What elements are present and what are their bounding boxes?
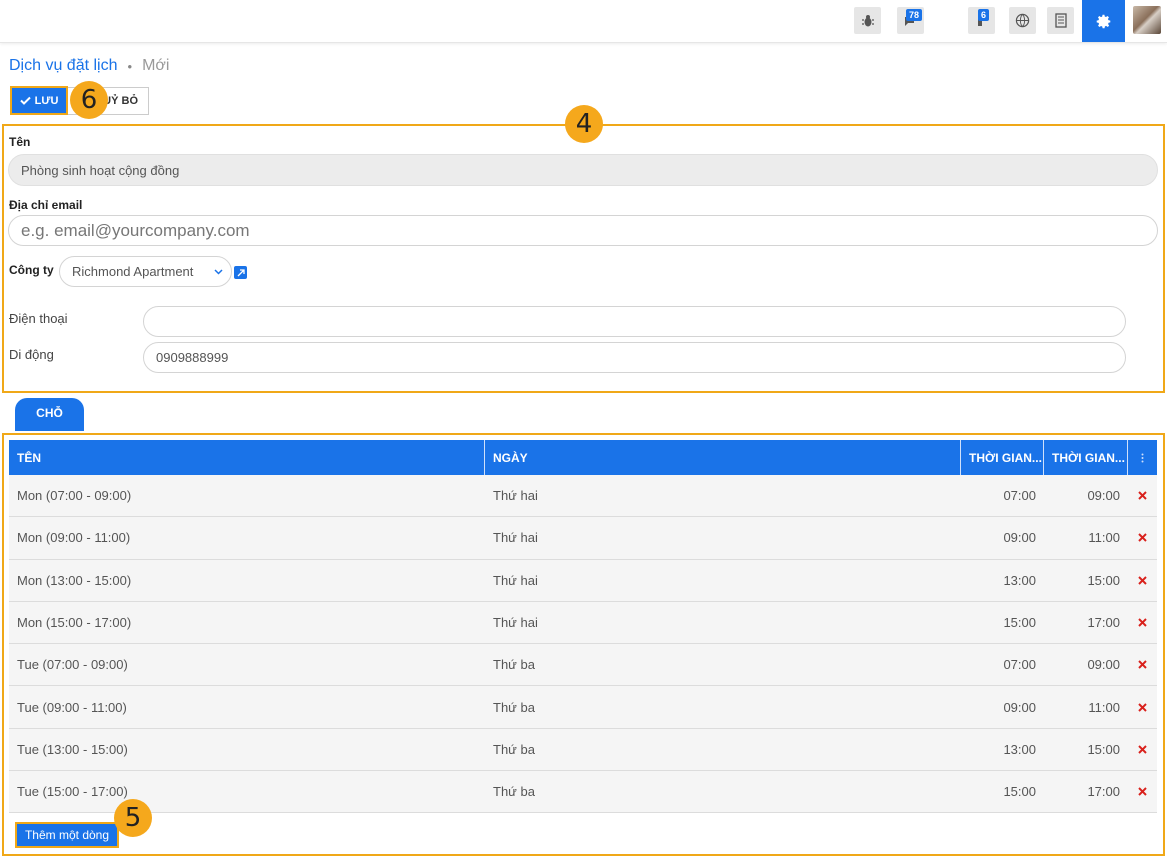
- cell-end-time: 17:00: [1087, 784, 1120, 800]
- gear-icon[interactable]: [1082, 0, 1125, 42]
- cell-end-time: 11:00: [1088, 699, 1120, 715]
- cell-start-time: 07:00: [1003, 657, 1036, 673]
- chevron-down-icon: [214, 266, 223, 278]
- delete-icon[interactable]: [1128, 560, 1157, 601]
- avatar[interactable]: [1133, 6, 1161, 34]
- cell-end-time: 15:00: [1087, 572, 1120, 588]
- slots-table: TÊN NGÀY THỜI GIAN... THỜI GIAN... Mon (…: [9, 440, 1157, 814]
- company-label: Công ty: [9, 263, 54, 277]
- cell-end-time: 15:00: [1087, 741, 1120, 757]
- top-navbar: 78 6: [0, 0, 1167, 43]
- cell-end-time: 11:00: [1088, 530, 1120, 546]
- table-row[interactable]: Tue (07:00 - 09:00) Thứ ba 07:00 09:00: [9, 644, 1157, 687]
- add-line-label: Thêm một dòng: [24, 828, 110, 842]
- delete-icon[interactable]: [1128, 729, 1157, 770]
- cell-end-time: 09:00: [1087, 657, 1120, 673]
- name-field[interactable]: Phòng sinh hoạt cộng đồng: [8, 154, 1158, 186]
- company-select[interactable]: Richmond Apartment: [59, 256, 232, 287]
- table-body: Mon (07:00 - 09:00) Thứ hai 07:00 09:00 Mon …: [9, 475, 1157, 814]
- email-field[interactable]: e.g. email@yourcompany.com: [8, 215, 1158, 246]
- cell-name: Tue (13:00 - 15:00): [17, 741, 128, 757]
- cell-day: Thứ hai: [493, 530, 538, 546]
- cell-name: Mon (15:00 - 17:00): [17, 615, 132, 631]
- tab-slots[interactable]: CHỖ: [15, 398, 84, 431]
- cell-start-time: 13:00: [1003, 741, 1036, 757]
- cell-day: Thứ ba: [493, 784, 535, 800]
- header-start-time[interactable]: THỜI GIAN...: [961, 440, 1044, 475]
- check-icon: [19, 96, 31, 105]
- table-row[interactable]: Tue (13:00 - 15:00) Thứ ba 13:00 15:00: [9, 728, 1157, 772]
- cell-day: Thứ ba: [493, 699, 535, 715]
- cell-start-time: 07:00: [1003, 488, 1036, 504]
- mobile-label: Di động: [9, 347, 54, 362]
- cell-name: Tue (09:00 - 11:00): [17, 699, 127, 715]
- table-row[interactable]: Mon (09:00 - 11:00) Thứ hai 09:00 11:00: [9, 517, 1157, 560]
- delete-icon[interactable]: [1128, 475, 1157, 516]
- delete-icon[interactable]: [1128, 517, 1157, 558]
- table-row[interactable]: Tue (09:00 - 11:00) Thứ ba 09:00 11:00: [9, 686, 1157, 729]
- callout-5: 5: [114, 799, 152, 837]
- phone-label: Điện thoại: [9, 311, 68, 326]
- cell-day: Thứ ba: [493, 741, 535, 757]
- delete-icon[interactable]: [1128, 602, 1157, 643]
- mobile-field[interactable]: 0909888999: [143, 342, 1126, 373]
- save-button[interactable]: LƯU: [10, 86, 68, 115]
- activity-badge: 6: [978, 9, 990, 21]
- name-label: Tên: [9, 135, 31, 149]
- cell-name: Mon (09:00 - 11:00): [17, 530, 131, 546]
- callout-4: 4: [565, 105, 603, 143]
- breadcrumb-current: Mới: [142, 57, 170, 74]
- header-day[interactable]: NGÀY: [485, 440, 961, 475]
- callout-6: 6: [70, 81, 108, 119]
- table-row[interactable]: Tue (15:00 - 17:00) Thứ ba 15:00 17:00: [9, 771, 1157, 814]
- table-header: TÊN NGÀY THỜI GIAN... THỜI GIAN...: [9, 440, 1157, 475]
- table-row[interactable]: Mon (13:00 - 15:00) Thứ hai 13:00 15:00: [9, 559, 1157, 602]
- delete-icon[interactable]: [1128, 686, 1157, 727]
- delete-icon[interactable]: [1128, 644, 1157, 685]
- header-name[interactable]: TÊN: [9, 440, 485, 475]
- breadcrumb: Dịch vụ đặt lịch • Mới: [9, 57, 169, 75]
- column-options-icon[interactable]: [1128, 440, 1157, 475]
- cell-end-time: 17:00: [1087, 615, 1120, 631]
- cell-name: Mon (13:00 - 15:00): [17, 572, 132, 588]
- email-field-placeholder: e.g. email@yourcompany.com: [21, 220, 250, 240]
- mobile-field-value: 0909888999: [156, 350, 229, 365]
- external-link-icon[interactable]: [234, 266, 247, 279]
- phone-field[interactable]: [143, 306, 1126, 337]
- cell-end-time: 09:00: [1087, 488, 1120, 504]
- tab-slots-label: CHỖ: [36, 405, 63, 420]
- header-end-time[interactable]: THỜI GIAN...: [1044, 440, 1128, 475]
- chat-badge: 78: [906, 9, 923, 21]
- cell-name: Tue (15:00 - 17:00): [17, 784, 128, 800]
- cell-day: Thứ ba: [493, 657, 535, 673]
- cell-start-time: 13:00: [1003, 572, 1036, 588]
- name-field-value: Phòng sinh hoạt cộng đồng: [21, 162, 180, 178]
- cell-day: Thứ hai: [493, 572, 538, 588]
- save-button-label: LƯU: [34, 94, 59, 107]
- email-label: Địa chỉ email: [9, 198, 83, 212]
- table-row[interactable]: Mon (15:00 - 17:00) Thứ hai 15:00 17:00: [9, 601, 1157, 645]
- cell-day: Thứ hai: [493, 488, 538, 504]
- breadcrumb-parent-link[interactable]: Dịch vụ đặt lịch: [9, 57, 118, 75]
- delete-icon[interactable]: [1128, 771, 1157, 812]
- cell-start-time: 09:00: [1003, 699, 1036, 715]
- cell-start-time: 15:00: [1003, 615, 1036, 631]
- document-icon[interactable]: [1047, 7, 1074, 34]
- globe-icon[interactable]: [1009, 7, 1036, 34]
- breadcrumb-separator: •: [127, 58, 133, 74]
- cell-start-time: 09:00: [1003, 530, 1036, 546]
- company-select-value: Richmond Apartment: [72, 264, 194, 279]
- cell-name: Mon (07:00 - 09:00): [17, 488, 132, 504]
- add-line-button[interactable]: Thêm một dòng: [15, 822, 119, 848]
- cell-day: Thứ hai: [493, 615, 538, 631]
- cell-start-time: 15:00: [1003, 784, 1036, 800]
- cell-name: Tue (07:00 - 09:00): [17, 657, 128, 673]
- bug-icon[interactable]: [854, 7, 881, 34]
- table-row[interactable]: Mon (07:00 - 09:00) Thứ hai 07:00 09:00: [9, 475, 1157, 518]
